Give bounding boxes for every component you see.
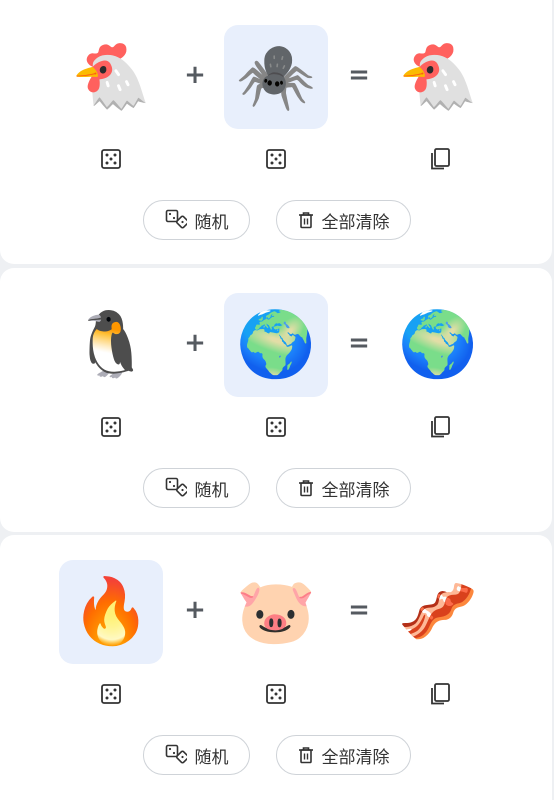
trash-icon: [298, 480, 313, 497]
copy-icon: [431, 416, 450, 438]
clear-all-button-label: 全部清除: [321, 747, 390, 768]
chicken-emoji: 🐔: [71, 40, 151, 114]
globe-emoji: 🌍: [236, 308, 316, 382]
penguin-emoji: 🐧: [71, 308, 151, 382]
plus-operator: +: [184, 60, 206, 90]
result-emoji-slot: 🌍: [386, 293, 490, 397]
dice-icon: [101, 149, 121, 169]
clear-all-button[interactable]: 全部清除: [276, 200, 411, 240]
randomize-left-button[interactable]: [98, 146, 124, 172]
result-emoji-slot: 🥓: [386, 560, 490, 664]
dice-icon: [266, 684, 286, 704]
copy-icon: [431, 148, 450, 170]
equals-operator: =: [348, 328, 370, 358]
pig-emoji: 🐷: [236, 575, 316, 649]
equals-operator: =: [348, 60, 370, 90]
left-emoji-slot[interactable]: 🐔: [59, 25, 163, 129]
clear-all-button-label: 全部清除: [321, 480, 390, 501]
result-emoji: 🌍: [398, 308, 478, 382]
clear-all-button[interactable]: 全部清除: [276, 468, 411, 508]
plus-operator: +: [184, 595, 206, 625]
dice-pair-icon: [165, 744, 187, 764]
clear-all-button[interactable]: 全部清除: [276, 735, 411, 775]
randomize-right-button[interactable]: [263, 146, 289, 172]
result-emoji: 🐔: [398, 40, 478, 114]
plus-operator: +: [184, 328, 206, 358]
combo-card-3: 🔥 + 🐷 = 🥓 随机 全部清除: [0, 535, 552, 800]
copy-result-button[interactable]: [427, 681, 453, 707]
right-emoji-slot[interactable]: 🐷: [224, 560, 328, 664]
dice-pair-icon: [165, 477, 187, 497]
left-emoji-slot[interactable]: 🔥: [59, 560, 163, 664]
random-button-label: 随机: [194, 212, 229, 233]
random-button-label: 随机: [194, 747, 229, 768]
equals-operator: =: [348, 595, 370, 625]
dice-pair-icon: [165, 209, 187, 229]
random-button[interactable]: 随机: [143, 735, 250, 775]
right-emoji-slot[interactable]: 🕷️: [224, 25, 328, 129]
randomize-right-button[interactable]: [263, 681, 289, 707]
combo-card-2: 🐧 + 🌍 = 🌍 随机 全部清除: [0, 268, 552, 532]
copy-icon: [431, 683, 450, 705]
copy-result-button[interactable]: [427, 146, 453, 172]
random-button-label: 随机: [194, 480, 229, 501]
result-emoji: 🥓: [398, 575, 478, 649]
right-emoji-slot[interactable]: 🌍: [224, 293, 328, 397]
trash-icon: [298, 212, 313, 229]
fire-emoji: 🔥: [71, 575, 151, 649]
dice-icon: [266, 149, 286, 169]
copy-result-button[interactable]: [427, 414, 453, 440]
dice-icon: [101, 417, 121, 437]
random-button[interactable]: 随机: [143, 468, 250, 508]
clear-all-button-label: 全部清除: [321, 212, 390, 233]
random-button[interactable]: 随机: [143, 200, 250, 240]
result-emoji-slot: 🐔: [386, 25, 490, 129]
combo-card-1: 🐔 + 🕷️ = 🐔 随机 全部清除: [0, 0, 552, 264]
spider-emoji: 🕷️: [236, 40, 316, 114]
trash-icon: [298, 747, 313, 764]
left-emoji-slot[interactable]: 🐧: [59, 293, 163, 397]
dice-icon: [266, 417, 286, 437]
dice-icon: [101, 684, 121, 704]
randomize-right-button[interactable]: [263, 414, 289, 440]
randomize-left-button[interactable]: [98, 681, 124, 707]
randomize-left-button[interactable]: [98, 414, 124, 440]
